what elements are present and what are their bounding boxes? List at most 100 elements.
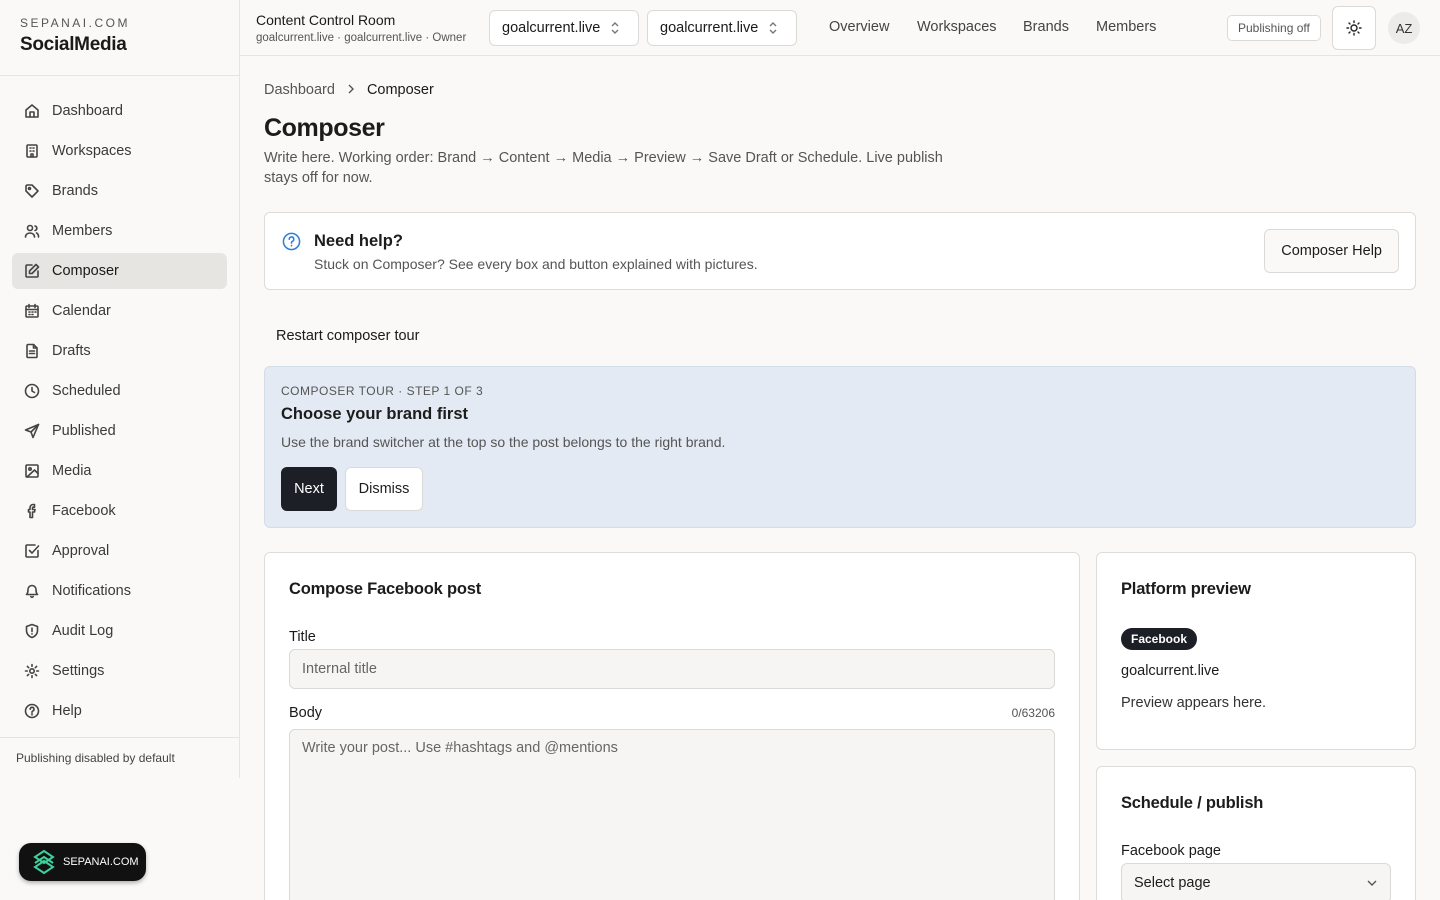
chevron-updown-icon xyxy=(768,21,778,35)
help-subtitle: Stuck on Composer? See every box and but… xyxy=(314,256,758,272)
brand-switcher[interactable]: goalcurrent.live xyxy=(647,10,797,46)
tour-dismiss-button[interactable]: Dismiss xyxy=(345,467,423,511)
sepanai-badge[interactable]: SEPANAI.COM xyxy=(19,843,146,881)
brand-kicker: SEPANAI.COM xyxy=(20,16,130,30)
preview-text: Preview appears here. xyxy=(1121,695,1267,711)
sidebar-item-help[interactable]: Help xyxy=(12,693,227,729)
topnav-workspaces[interactable]: Workspaces xyxy=(917,19,997,35)
publishing-status-badge: Publishing off xyxy=(1227,15,1321,41)
sidebar-item-composer[interactable]: Composer xyxy=(12,253,227,289)
sidebar-item-dashboard[interactable]: Dashboard xyxy=(12,93,227,129)
tour-step-label: COMPOSER TOUR · STEP 1 OF 3 xyxy=(281,384,484,398)
sidebar-item-audit-log[interactable]: Audit Log xyxy=(12,613,227,649)
theme-toggle-button[interactable] xyxy=(1332,6,1376,50)
schedule-title: Schedule / publish xyxy=(1121,794,1264,812)
facebook-page-label: Facebook page xyxy=(1121,843,1221,859)
send-icon xyxy=(24,423,40,439)
facebook-page-select[interactable]: Select page xyxy=(1121,863,1391,900)
help-card: Need help? Stuck on Composer? See every … xyxy=(264,212,1416,290)
breadcrumb: Dashboard Composer xyxy=(264,82,434,98)
sidebar-item-label: Settings xyxy=(52,663,105,679)
topnav-members[interactable]: Members xyxy=(1096,19,1156,35)
schedule-card: Schedule / publish Facebook page Select … xyxy=(1096,766,1416,900)
home-icon xyxy=(24,103,40,119)
sidebar-item-media[interactable]: Media xyxy=(12,453,227,489)
sidebar-item-label: Notifications xyxy=(52,583,131,599)
title-input[interactable]: Internal title xyxy=(289,649,1055,689)
sidebar-item-label: Audit Log xyxy=(52,623,114,639)
topbar: Content Control Room goalcurrent.live · … xyxy=(240,0,1440,56)
title-label: Title xyxy=(289,629,316,645)
platform-preview-card: Platform preview Facebook goalcurrent.li… xyxy=(1096,552,1416,750)
facebook-icon xyxy=(24,503,40,519)
image-icon xyxy=(24,463,40,479)
help-circle-icon xyxy=(282,232,301,251)
clock-icon xyxy=(24,383,40,399)
workspace-switcher[interactable]: goalcurrent.live xyxy=(489,10,639,46)
sidebar-item-members[interactable]: Members xyxy=(12,213,227,249)
sidebar-item-drafts[interactable]: Drafts xyxy=(12,333,227,369)
shield-icon xyxy=(24,623,40,639)
composer-tour-panel: COMPOSER TOUR · STEP 1 OF 3 Choose your … xyxy=(264,366,1416,528)
chevron-right-icon xyxy=(347,82,355,98)
help-circle-icon xyxy=(24,703,40,719)
chevron-updown-icon xyxy=(610,21,620,35)
tour-text: Use the brand switcher at the top so the… xyxy=(281,434,726,450)
sidebar-item-workspaces[interactable]: Workspaces xyxy=(12,133,227,169)
sun-icon xyxy=(1346,20,1362,36)
page-title: Composer xyxy=(264,114,385,142)
sidebar-item-notifications[interactable]: Notifications xyxy=(12,573,227,609)
sidebar-item-facebook[interactable]: Facebook xyxy=(12,493,227,529)
edit-icon xyxy=(24,263,40,279)
sidebar-item-label: Members xyxy=(52,223,113,239)
brand-switcher-label: goalcurrent.live xyxy=(660,20,759,36)
bell-icon xyxy=(24,583,40,599)
body-label: Body xyxy=(289,705,323,721)
users-icon xyxy=(24,223,40,239)
topnav-brands[interactable]: Brands xyxy=(1023,19,1069,35)
app-brand[interactable]: SEPANAI.COM SocialMedia xyxy=(0,0,239,76)
preview-brand: goalcurrent.live xyxy=(1121,663,1220,679)
badge-label: SEPANAI.COM xyxy=(63,856,139,868)
help-title: Need help? xyxy=(314,232,403,250)
sidebar-item-label: Scheduled xyxy=(52,383,121,399)
sidebar-item-label: Published xyxy=(52,423,116,439)
sidebar-item-label: Brands xyxy=(52,183,98,199)
room-subtitle: goalcurrent.live · goalcurrent.live · Ow… xyxy=(256,32,467,44)
sidebar-item-label: Calendar xyxy=(52,303,111,319)
sidebar-item-label: Media xyxy=(52,463,92,479)
sidebar-item-label: Facebook xyxy=(52,503,116,519)
restart-tour-button[interactable]: Restart composer tour xyxy=(276,328,419,344)
sidebar-item-label: Help xyxy=(52,703,82,719)
composer-help-button[interactable]: Composer Help xyxy=(1264,229,1399,273)
compose-card: Compose Facebook post Title Internal tit… xyxy=(264,552,1080,900)
body-textarea[interactable]: Write your post... Use #hashtags and @me… xyxy=(289,729,1055,900)
sidebar: SEPANAI.COM SocialMedia Dashboard Workspa… xyxy=(0,0,240,778)
breadcrumb-current: Composer xyxy=(366,82,434,98)
topnav-overview[interactable]: Overview xyxy=(829,19,889,35)
platform-pill: Facebook xyxy=(1121,628,1198,650)
user-avatar[interactable]: AZ xyxy=(1388,12,1420,44)
sidebar-item-calendar[interactable]: Calendar xyxy=(12,293,227,329)
preview-title: Platform preview xyxy=(1121,580,1251,598)
sidebar-item-published[interactable]: Published xyxy=(12,413,227,449)
breadcrumb-dashboard[interactable]: Dashboard xyxy=(264,82,335,98)
tag-icon xyxy=(24,183,40,199)
file-icon xyxy=(24,343,40,359)
sidebar-item-label: Dashboard xyxy=(52,103,123,119)
sidebar-item-settings[interactable]: Settings xyxy=(12,653,227,689)
chevron-down-icon xyxy=(1367,880,1377,886)
facebook-page-select-value: Select page xyxy=(1134,875,1211,891)
gear-icon xyxy=(24,663,40,679)
room-title: Content Control Room xyxy=(256,12,396,28)
tour-next-button[interactable]: Next xyxy=(281,467,337,511)
sidebar-item-label: Drafts xyxy=(52,343,91,359)
sidebar-item-approval[interactable]: Approval xyxy=(12,533,227,569)
sidebar-item-label: Composer xyxy=(52,263,119,279)
sidebar-item-label: Workspaces xyxy=(52,143,132,159)
compose-title: Compose Facebook post xyxy=(289,580,481,598)
check-square-icon xyxy=(24,543,40,559)
sidebar-item-scheduled[interactable]: Scheduled xyxy=(12,373,227,409)
sidebar-item-brands[interactable]: Brands xyxy=(12,173,227,209)
sidebar-item-label: Approval xyxy=(52,543,110,559)
